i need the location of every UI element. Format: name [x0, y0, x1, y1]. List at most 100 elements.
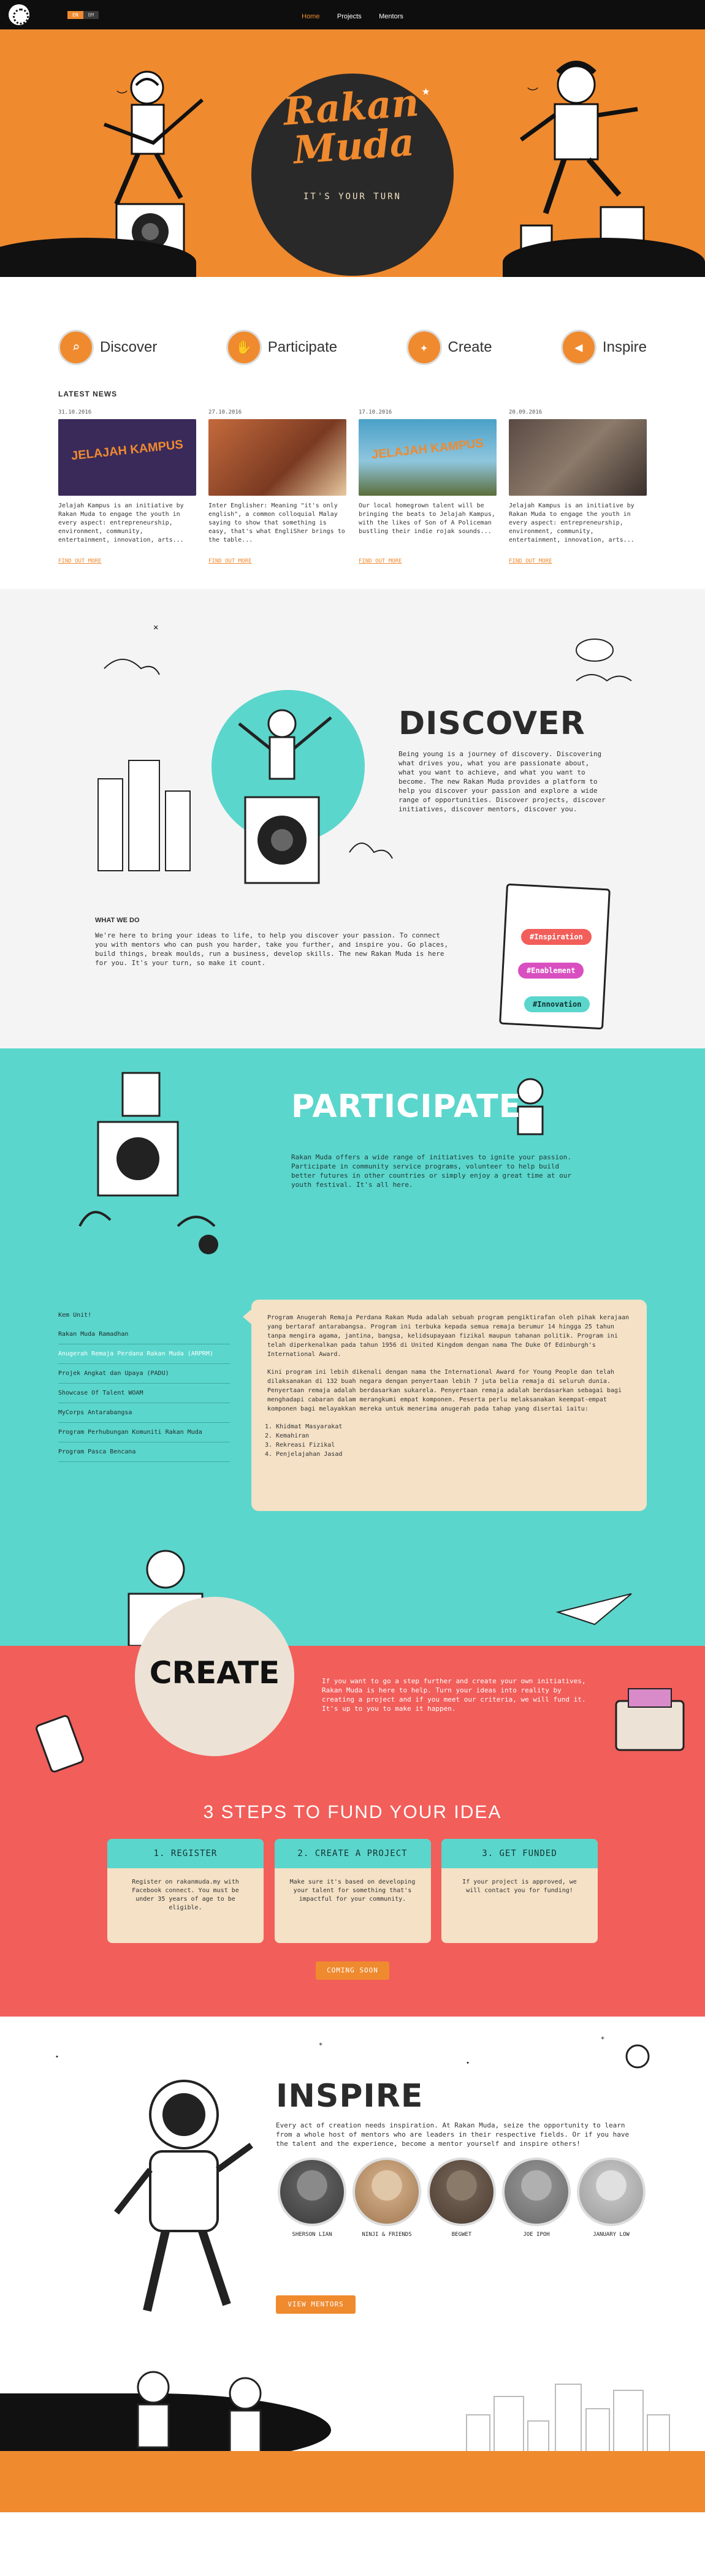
nav-projects-link[interactable]: Projects	[337, 13, 362, 20]
mentor-card[interactable]: SHERSON LIAN	[276, 2157, 348, 2238]
mentor-card[interactable]: NINJI & FRIENDS	[351, 2157, 423, 2238]
mentor-photo[interactable]	[278, 2157, 346, 2226]
category-participate[interactable]: ✋ Participate	[226, 330, 337, 365]
news-card[interactable]: 27.10.2016 Inter Englisher: Meaning "it'…	[208, 409, 346, 564]
coming-soon-button[interactable]: COMING SOON	[316, 1961, 389, 1980]
program-menu-item[interactable]: Showcase Of Talent WOAM	[58, 1384, 230, 1403]
what-we-do-title: WHAT WE DO	[95, 917, 140, 924]
mentor-card[interactable]: BEGWET	[425, 2157, 498, 2238]
view-mentors-button[interactable]: VIEW MENTORS	[276, 2295, 356, 2314]
news-grid: 31.10.2016 JELAJAH KAMPUS Jelajah Kampus…	[58, 409, 647, 564]
news-card[interactable]: 20.09.2016 Jelajah Kampus is an initiati…	[509, 409, 647, 564]
news-date: 31.10.2016	[58, 409, 92, 415]
find-out-more-link[interactable]: FIND OUT MORE	[509, 558, 647, 564]
program-menu-item[interactable]: Kem Unit!	[58, 1306, 230, 1325]
program-menu: Kem Unit! Rakan Muda Ramadhan Anugerah R…	[58, 1306, 230, 1462]
discover-section: ✕ DISCOVER Being young is a journey of d…	[0, 589, 705, 1048]
program-menu-item[interactable]: Projek Angkat dan Upaya (PADU)	[58, 1364, 230, 1384]
mentor-name: JOE IPOH	[523, 2232, 550, 2238]
mentor-photo[interactable]	[352, 2157, 421, 2226]
list-item: Kemahiran	[276, 1431, 631, 1441]
star-icon: ✦	[466, 2059, 470, 2066]
program-components-list: Khidmat Masyarakat Kemahiran Rekreasi Fi…	[276, 1422, 631, 1459]
news-image[interactable]	[208, 419, 346, 496]
category-label: Discover	[100, 339, 158, 355]
star-icon: +	[601, 2035, 605, 2042]
category-label: Participate	[267, 339, 338, 355]
find-out-more-link[interactable]: FIND OUT MORE	[208, 558, 346, 564]
step-title: 1. REGISTER	[107, 1839, 264, 1868]
program-detail-panel: Program Anugerah Remaja Perdana Rakan Mu…	[243, 1300, 647, 1511]
mentor-photo[interactable]	[577, 2157, 646, 2226]
mentor-photo[interactable]	[427, 2157, 496, 2226]
program-menu-item[interactable]: Program Perhubungan Komuniti Rakan Muda	[58, 1423, 230, 1442]
list-item: Rekreasi Fizikal	[276, 1441, 631, 1450]
mentor-name: BEGWET	[451, 2232, 472, 2238]
mentor-name: SHERSON LIAN	[292, 2232, 332, 2238]
phone-hand-illustration	[36, 1715, 84, 1773]
inspire-section: ✦ + ✦ + INSPIRE Every act of creation ne…	[0, 2017, 705, 2351]
find-out-more-link[interactable]: FIND OUT MORE	[58, 558, 196, 564]
mentor-card[interactable]: JOE IPOH	[500, 2157, 573, 2238]
inspire-heading: INSPIRE	[276, 2078, 424, 2115]
paper-plane-icon	[555, 1593, 632, 1626]
footer-illustration	[0, 2351, 705, 2512]
building-shape	[494, 2396, 524, 2457]
category-inspire[interactable]: ◀ Inspire	[560, 330, 647, 365]
category-create[interactable]: ✦ Create	[406, 330, 492, 365]
what-we-do-body: We're here to bring your ideas to life, …	[95, 931, 449, 967]
news-image-caption: JELAJAH KAMPUS	[70, 438, 184, 463]
discover-heading: DISCOVER	[398, 705, 585, 742]
hero-banner: ︶ ︶ Rakan Muda ★ IT'S YOUR TURN	[0, 29, 705, 299]
nav-home-link[interactable]: Home	[302, 13, 319, 20]
nav-mentors-link[interactable]: Mentors	[379, 13, 403, 20]
create-heading: CREATE	[149, 1655, 280, 1691]
participate-heading: PARTICIPATE	[291, 1088, 522, 1125]
create-section: CREATE If you want to go a step further …	[0, 1597, 705, 2017]
wallet-illustration	[615, 1688, 685, 1751]
news-image[interactable]	[509, 419, 647, 496]
nav-links: Home Projects Mentors	[0, 10, 705, 21]
discover-body: Being young is a journey of discovery. D…	[398, 750, 606, 813]
mentor-photo[interactable]	[502, 2157, 571, 2226]
category-discover[interactable]: ⌕ Discover	[58, 330, 157, 365]
step-title: 3. GET FUNDED	[441, 1839, 598, 1868]
news-image[interactable]: JELAJAH KAMPUS	[58, 419, 196, 496]
participate-section: PARTICIPATE Rakan Muda offers a wide ran…	[0, 1048, 705, 1646]
footer-orange-band	[0, 2451, 705, 2512]
news-image[interactable]: JELAJAH KAMPUS	[359, 419, 497, 496]
list-item: Penjelajahan Jasad	[276, 1450, 631, 1459]
tag-enablement: #Enablement	[518, 963, 584, 979]
star-icon: ★	[422, 83, 430, 99]
news-excerpt: Inter Englisher: Meaning "it's only engl…	[208, 502, 345, 544]
news-card[interactable]: 17.10.2016 JELAJAH KAMPUS Our local home…	[359, 409, 497, 564]
astronaut-illustration	[114, 2080, 253, 2312]
program-menu-item[interactable]: MyCorps Antarabangsa	[58, 1403, 230, 1423]
step-text: If your project is approved, we will con…	[462, 1879, 577, 1894]
news-card[interactable]: 31.10.2016 JELAJAH KAMPUS Jelajah Kampus…	[58, 409, 196, 564]
bird-icon: ✕	[153, 623, 159, 632]
program-menu-item[interactable]: Rakan Muda Ramadhan	[58, 1325, 230, 1344]
participate-body: Rakan Muda offers a wide range of initia…	[291, 1153, 571, 1189]
news-excerpt: Our local homegrown talent will be bring…	[359, 502, 495, 535]
robot-illustration	[78, 1072, 218, 1254]
step-card: 3. GET FUNDED If your project is approve…	[441, 1839, 598, 1943]
program-menu-item[interactable]: Program Pasca Bencana	[58, 1442, 230, 1462]
category-row: ⌕ Discover ✋ Participate ✦ Create ◀ Insp…	[58, 299, 647, 390]
find-out-more-link[interactable]: FIND OUT MORE	[359, 558, 497, 564]
funding-steps: 1. REGISTER Register on rakanmuda.my wit…	[107, 1839, 598, 1943]
category-label: Create	[448, 339, 492, 355]
news-date: 27.10.2016	[208, 409, 242, 415]
program-menu-item-active[interactable]: Anugerah Remaja Perdana Rakan Muda (ARPR…	[58, 1344, 230, 1364]
mentor-list: SHERSON LIAN NINJI & FRIENDS BEGWET JOE …	[276, 2157, 650, 2238]
bird-cloud-illustration	[576, 638, 632, 682]
tag-innovation: #Innovation	[524, 996, 590, 1012]
mentor-card[interactable]: JANUARY LOW	[575, 2157, 647, 2238]
step-title: 2. CREATE A PROJECT	[274, 1839, 431, 1868]
magnifier-icon: ⌕	[58, 330, 94, 365]
category-label: Inspire	[602, 339, 647, 355]
star-icon: +	[319, 2041, 323, 2048]
step-card: 1. REGISTER Register on rakanmuda.my wit…	[107, 1839, 264, 1943]
star-icon: ✦	[55, 2053, 59, 2060]
planet-icon	[625, 2044, 650, 2069]
